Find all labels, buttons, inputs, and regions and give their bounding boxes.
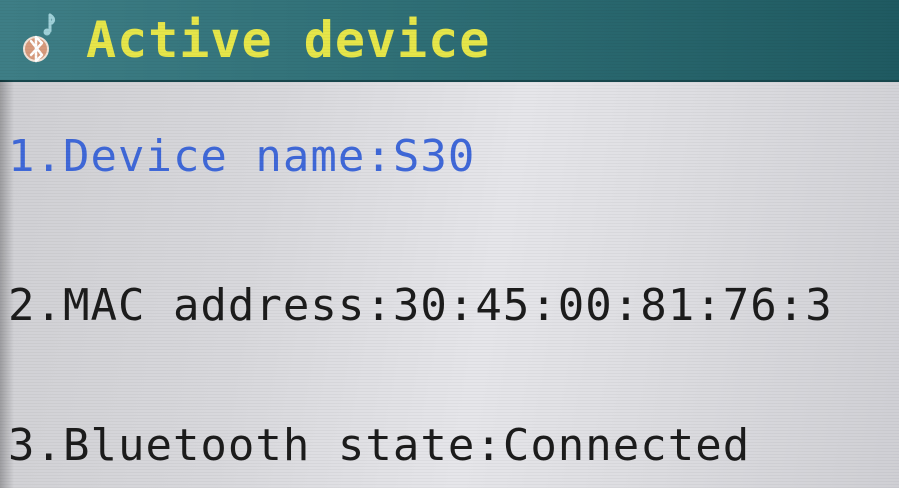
title-bar: Active device [0, 0, 899, 82]
menu-item-device-name[interactable]: 1.Device name:S30 [8, 131, 475, 182]
bluetooth-icon [14, 9, 66, 71]
page-title: Active device [86, 11, 491, 69]
device-screen: Active device 1.Device name:S30 2.MAC ad… [0, 0, 899, 488]
menu-item-mac-address[interactable]: 2.MAC address:30:45:00:81:76:3 [8, 280, 833, 331]
menu-item-bluetooth-state[interactable]: 3.Bluetooth state:Connected [8, 420, 750, 471]
